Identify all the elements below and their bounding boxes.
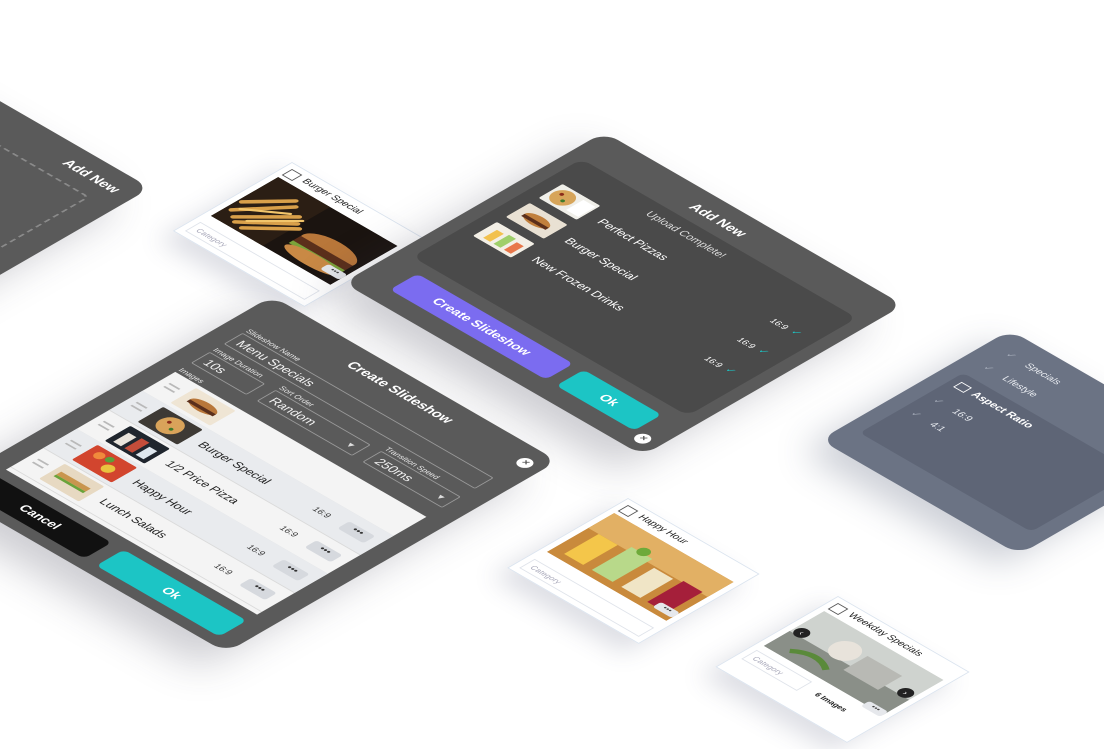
filter-panel: ✓ Specials ✓ Lifestyle Aspect Ratio ▼ ✓ … [819,330,1104,555]
check-icon: ✓ [1002,350,1020,361]
drag-handle-icon[interactable] [163,382,181,393]
check-icon: ✓ [979,363,997,374]
check-icon: ✓ [787,328,805,338]
drag-handle-icon[interactable] [64,439,83,450]
chevron-down-icon: ▼ [342,440,359,450]
close-icon[interactable]: × [512,455,538,470]
add-new-left-panel: Add New × [0,78,151,308]
check-icon: ✓ [907,409,925,420]
cocktails-photo [546,512,734,621]
drag-handle-icon[interactable] [130,401,148,412]
select-checkbox[interactable] [281,168,303,181]
row-ratio: 16:9 [211,562,236,577]
drag-handle-icon[interactable] [31,458,50,469]
upload-item: Perfect Pizzas 16:9 ✓ [537,183,814,344]
more-options-button[interactable]: ••• [238,578,277,601]
row-ratio: 16:9 [277,524,302,539]
check-icon: ✓ [721,366,739,376]
chevron-down-icon: ▼ [432,492,449,502]
select-checkbox[interactable] [827,602,849,615]
grid-icon [953,381,973,393]
upload-item-ratio: 16:9 [734,336,759,350]
isometric-showcase: Add New × Burger Special • [0,0,1104,749]
aspect-ratio-section: Aspect Ratio ▼ ✓ 16:9 ✓ 4:1 [859,372,1104,532]
aspect-option[interactable]: 16:9 [949,408,975,423]
filter-option[interactable]: Specials [1021,362,1063,386]
check-icon: ✓ [754,347,772,357]
more-options-button[interactable]: ••• [337,521,376,544]
close-icon[interactable]: × [630,431,655,446]
check-icon: ✓ [929,396,947,407]
row-ratio: 16:9 [244,543,269,558]
kitchen-photo [763,610,944,715]
filter-option[interactable]: Lifestyle [999,375,1040,399]
weekday-specials-card[interactable]: Weekday Specials ‹ › ••• Category 6 Imag… [715,596,970,743]
more-options-button[interactable]: ••• [304,540,343,563]
row-ratio: 16:9 [310,505,334,520]
upload-item-ratio: 16:9 [701,355,726,369]
select-checkbox[interactable] [617,504,639,517]
happy-hour-card[interactable]: Happy Hour ••• Category [507,498,760,644]
upload-dropzone[interactable] [0,119,90,274]
upload-item-ratio: 16:9 [767,317,792,331]
drag-handle-icon[interactable] [97,420,115,431]
more-options-button[interactable]: ••• [271,559,310,582]
aspect-option[interactable]: 4:1 [926,421,948,433]
image-count: 6 Images [812,691,850,713]
upload-list-area: Upload Complete! Perfect Pizzas 16:9 ✓ B… [412,158,857,416]
